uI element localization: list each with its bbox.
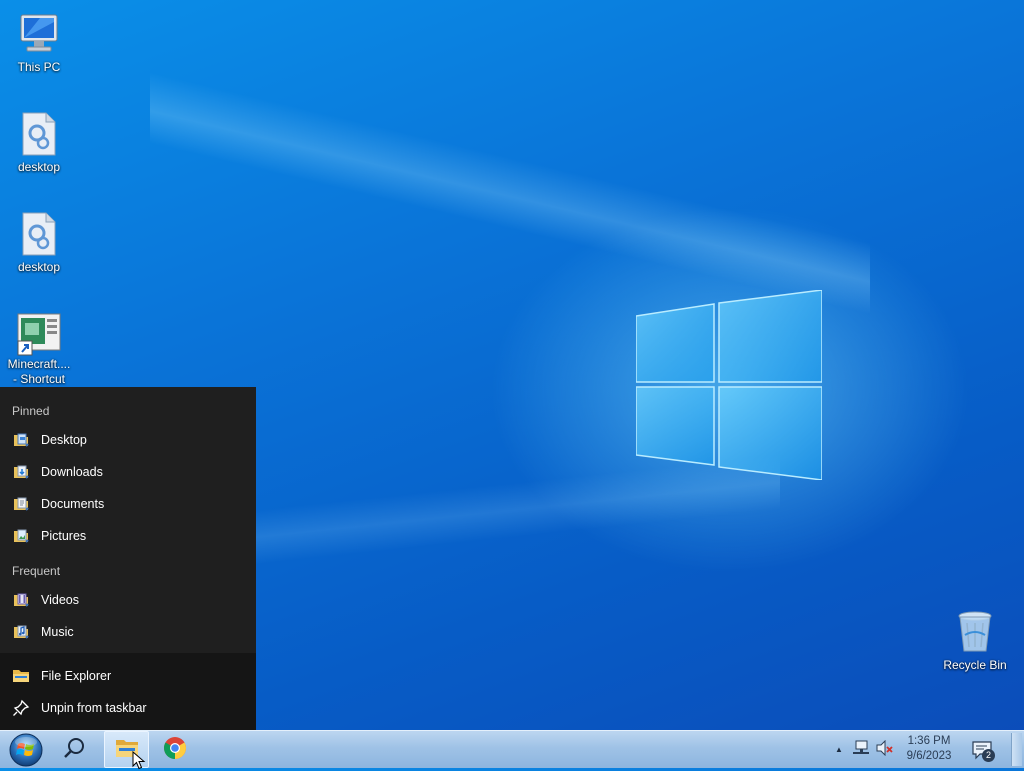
downloads-folder-icon bbox=[12, 463, 30, 481]
jumplist-item-label: Music bbox=[41, 625, 74, 639]
clock[interactable]: 1:36 PM 9/6/2023 bbox=[898, 734, 960, 766]
taskbar-file-explorer[interactable] bbox=[104, 731, 149, 770]
desktop-icon-label: Minecraft.... - Shortcut bbox=[7, 357, 71, 386]
desktop-icon-recycle-bin[interactable]: Recycle Bin bbox=[937, 608, 1013, 673]
action-center-button[interactable]: 2 bbox=[966, 731, 998, 768]
jumplist-item-label: Pictures bbox=[41, 529, 87, 543]
jumplist-item-desktop[interactable]: Desktop bbox=[0, 424, 256, 456]
desktop-folder-icon bbox=[12, 431, 30, 449]
minecraft-shortcut-icon bbox=[15, 310, 63, 358]
clock-time: 1:36 PM bbox=[907, 735, 951, 747]
documents-folder-icon bbox=[12, 495, 30, 513]
search-button[interactable] bbox=[55, 731, 95, 768]
show-desktop-button[interactable] bbox=[1011, 733, 1022, 766]
jumplist-item-label: Downloads bbox=[41, 465, 103, 479]
mouse-cursor-icon bbox=[132, 751, 146, 770]
notification-count-badge: 2 bbox=[982, 748, 995, 762]
search-icon bbox=[63, 736, 87, 763]
videos-folder-icon bbox=[12, 591, 30, 609]
jumplist-action-label: Unpin from taskbar bbox=[41, 701, 147, 715]
desktop-icon-label: desktop bbox=[17, 160, 61, 174]
jumplist-item-label: Desktop bbox=[41, 433, 87, 447]
unpin-icon bbox=[12, 699, 30, 717]
jumplist-actions: File Explorer Unpin from taskbar bbox=[0, 653, 256, 731]
settings-file-icon bbox=[15, 210, 63, 258]
jumplist-item-label: Videos bbox=[41, 593, 79, 607]
jumplist-item-documents[interactable]: Documents bbox=[0, 488, 256, 520]
jumplist-item-label: Documents bbox=[41, 497, 105, 511]
windows-logo bbox=[636, 290, 822, 480]
pictures-folder-icon bbox=[12, 527, 30, 545]
desktop-icon-this-pc[interactable]: This PC bbox=[1, 10, 77, 75]
settings-file-icon bbox=[15, 110, 63, 158]
music-folder-icon bbox=[12, 623, 30, 641]
jumplist-item-music[interactable]: Music bbox=[0, 616, 256, 648]
this-pc-icon bbox=[15, 10, 63, 58]
recycle-bin-icon bbox=[951, 608, 999, 656]
pinned-header: Pinned bbox=[12, 404, 50, 418]
desktop-icon-label: desktop bbox=[17, 260, 61, 274]
volume-muted-icon bbox=[876, 739, 894, 759]
taskbar: ▲ 1:36 PM 9/6/2023 2 bbox=[0, 730, 1024, 770]
start-button[interactable] bbox=[4, 731, 48, 768]
taskbar-chrome[interactable] bbox=[155, 731, 195, 768]
chrome-icon bbox=[163, 736, 187, 763]
network-icon bbox=[852, 740, 870, 759]
jumplist-item-downloads[interactable]: Downloads bbox=[0, 456, 256, 488]
file-explorer-icon bbox=[12, 667, 30, 685]
jumplist-action-label: File Explorer bbox=[41, 669, 112, 683]
notifications-icon: 2 bbox=[971, 740, 995, 762]
desktop-icon-desktop[interactable]: desktop bbox=[1, 110, 77, 175]
unpin-from-taskbar-action[interactable]: Unpin from taskbar bbox=[0, 692, 256, 724]
file-explorer-jump-list: Pinned Desktop Downloads Documents Pictu… bbox=[0, 387, 256, 731]
frequent-header: Frequent bbox=[12, 564, 61, 578]
clock-date: 9/6/2023 bbox=[906, 750, 952, 762]
desktop-icon-desktop[interactable]: desktop bbox=[1, 210, 77, 275]
network-status[interactable] bbox=[850, 731, 872, 768]
chevron-up-icon: ▲ bbox=[835, 745, 843, 754]
jumplist-item-videos[interactable]: Videos bbox=[0, 584, 256, 616]
desktop-icon-label: Recycle Bin bbox=[943, 658, 1007, 672]
open-file-explorer-action[interactable]: File Explorer bbox=[0, 660, 256, 692]
desktop-icon-minecraft-shortcut[interactable]: Minecraft.... - Shortcut bbox=[1, 310, 77, 387]
volume-status[interactable] bbox=[874, 731, 896, 768]
show-hidden-icons-button[interactable]: ▲ bbox=[832, 731, 846, 768]
desktop-icon-label: This PC bbox=[17, 60, 61, 74]
jumplist-item-pictures[interactable]: Pictures bbox=[0, 520, 256, 552]
